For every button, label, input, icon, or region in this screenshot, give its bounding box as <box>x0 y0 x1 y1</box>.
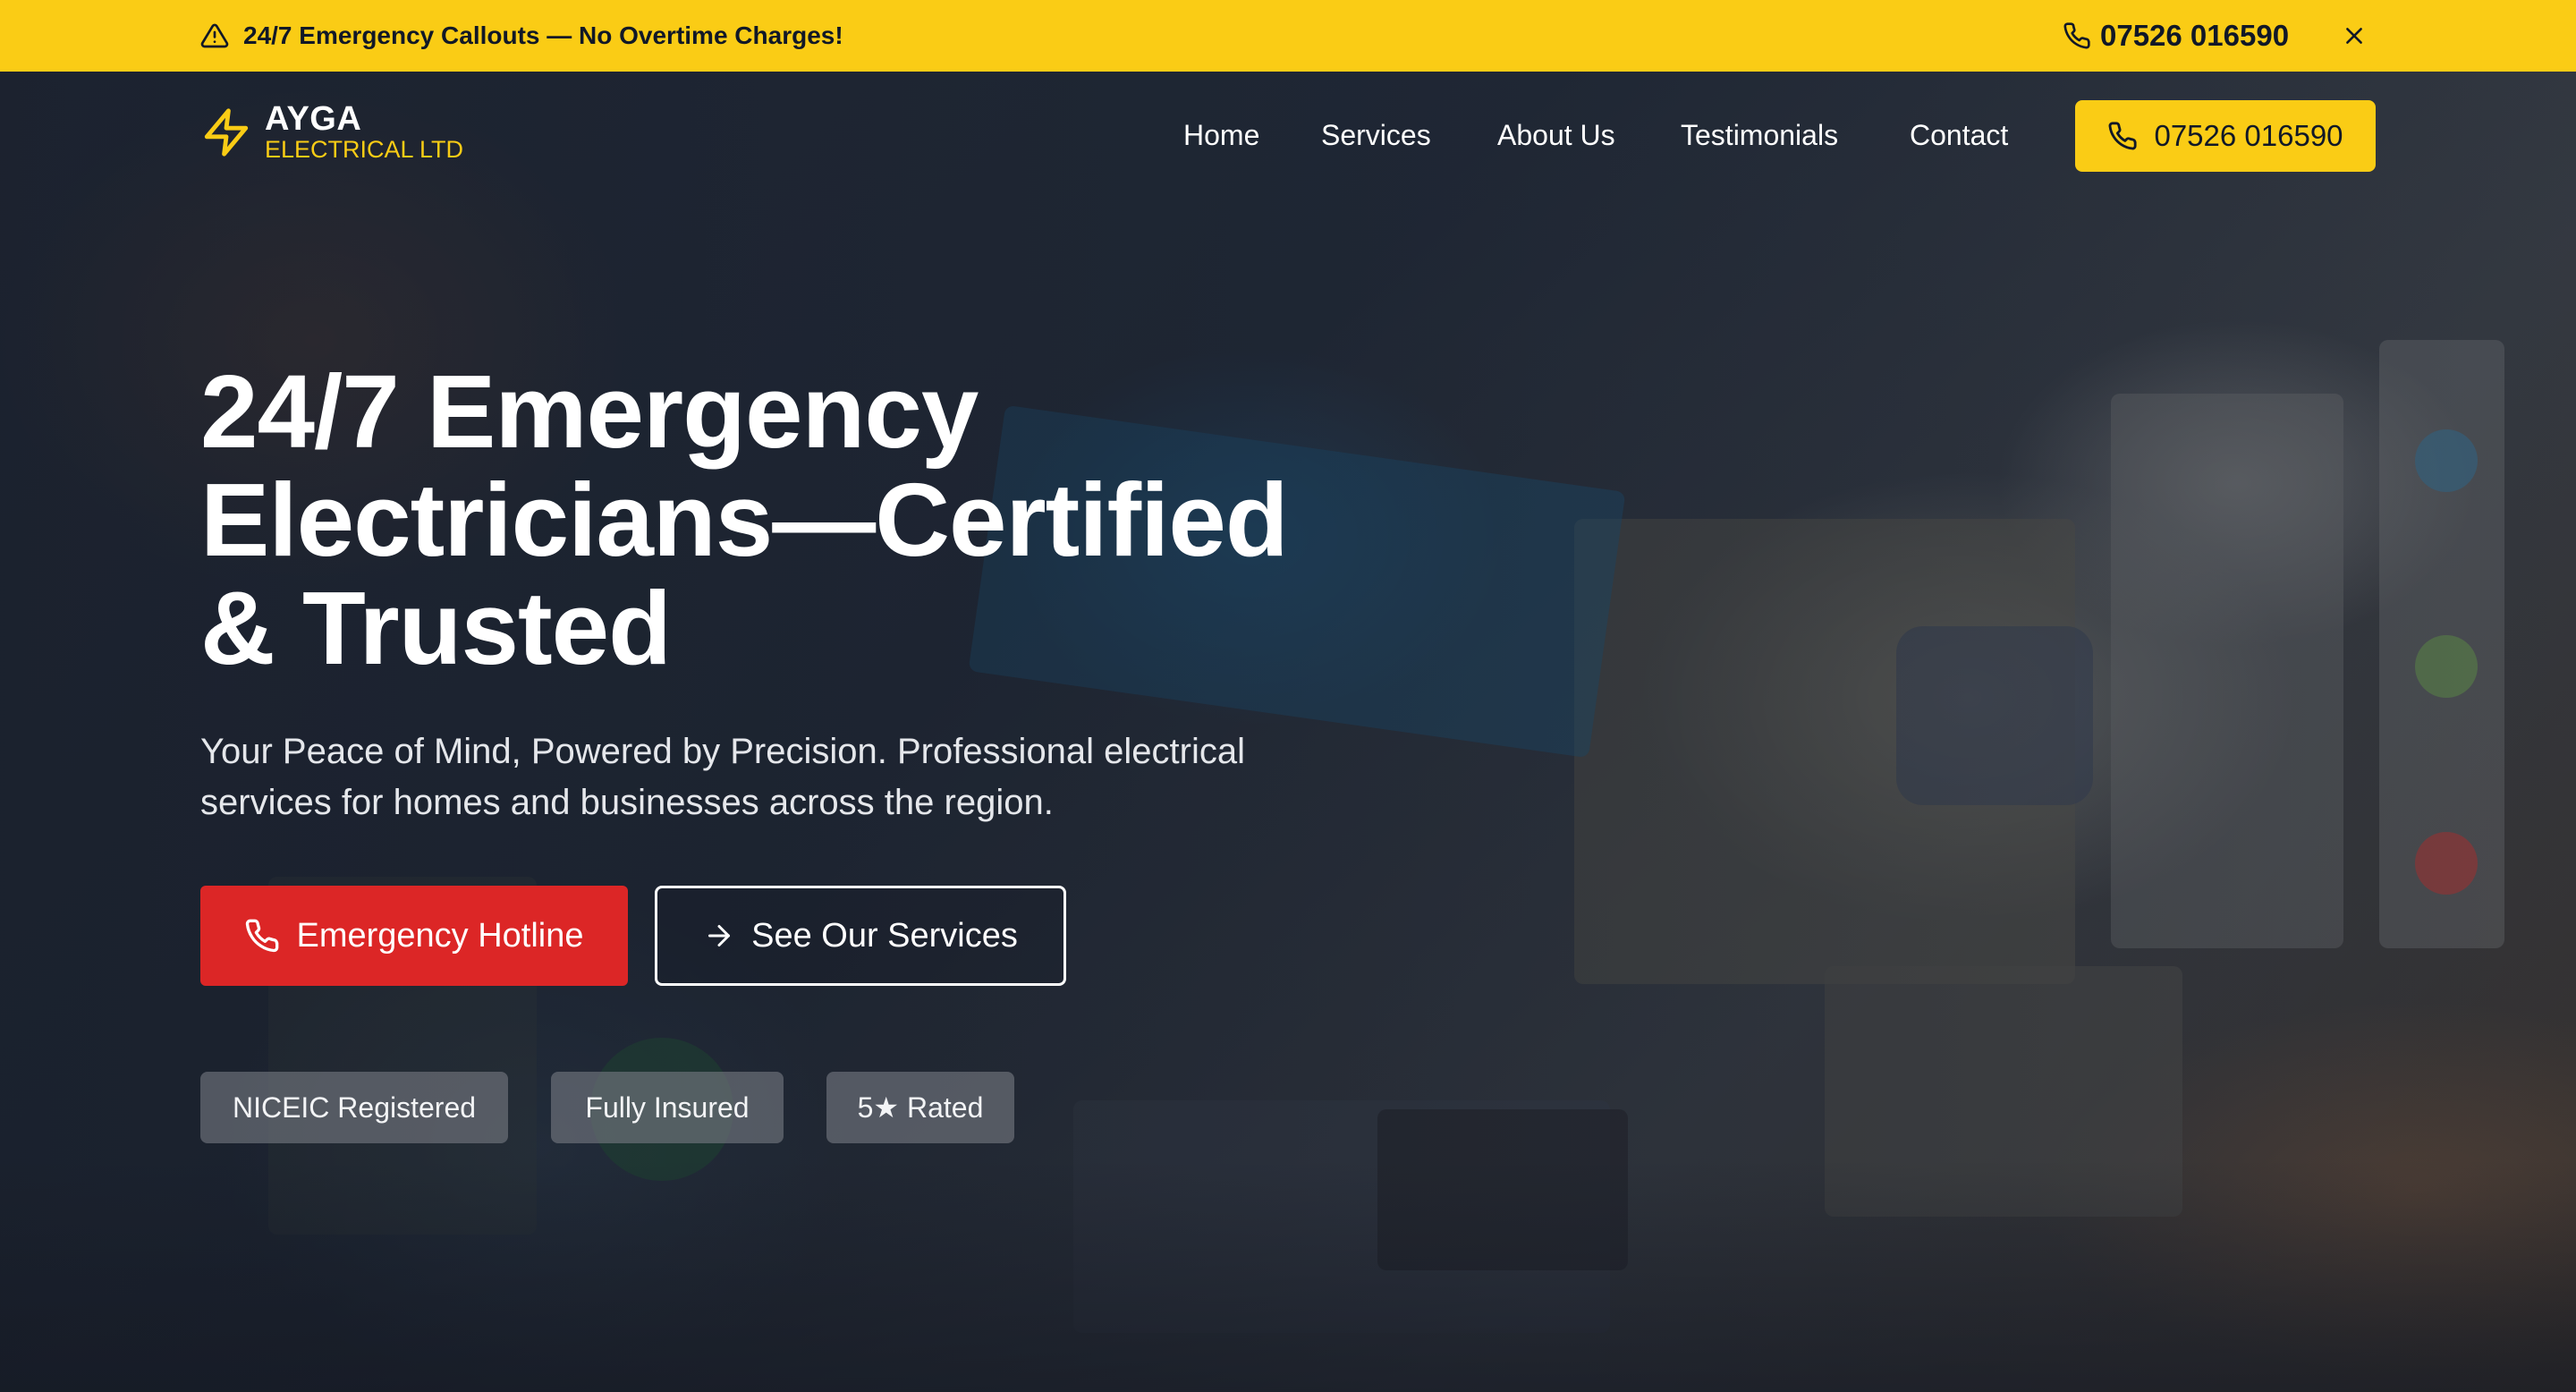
brand-text: AYGA ELECTRICAL LTD <box>265 102 463 163</box>
brand-tagline: ELECTRICAL LTD <box>265 136 464 163</box>
hero-title-line1: 24/7 Emergency <box>200 353 979 470</box>
announcement-phone-text: 07526 016590 <box>2100 19 2290 52</box>
close-icon <box>2346 28 2362 44</box>
see-services-label: See Our Services <box>751 916 1018 955</box>
announcement-message: 24/7 Emergency Callouts — No Overtime Ch… <box>200 0 843 72</box>
phone-icon <box>2063 22 2090 49</box>
nav-call-button[interactable]: 07526 016590 <box>2075 100 2376 172</box>
nav-link-contact[interactable]: Contact <box>1910 115 2008 156</box>
badge-niceic: NICEIC Registered <box>200 1072 508 1143</box>
arrow-right-icon <box>708 925 731 946</box>
lightning-bolt-icon <box>204 108 249 157</box>
badge-insured: Fully Insured <box>551 1072 784 1143</box>
nav-call-label: 07526 016590 <box>2154 119 2343 152</box>
hero-title: 24/7 Emergency Electricians—Certified & … <box>200 358 1721 683</box>
badge-rated: 5★ Rated <box>826 1072 1014 1143</box>
hero-title-line3: & Trusted <box>200 570 672 686</box>
phone-icon <box>2109 122 2138 150</box>
hero-subtitle-line1: Your Peace of Mind, Powered by Precision… <box>200 732 1246 771</box>
emergency-hotline-button[interactable]: Emergency Hotline <box>200 886 628 986</box>
announcement-bar: 24/7 Emergency Callouts — No Overtime Ch… <box>0 0 2576 72</box>
brand-logo[interactable]: AYGA ELECTRICAL LTD <box>200 102 463 163</box>
hero-subtitle: Your Peace of Mind, Powered by Precision… <box>200 726 1399 828</box>
nav-link-services[interactable]: Services <box>1321 115 1431 156</box>
nav-link-about[interactable]: About Us <box>1497 115 1615 156</box>
nav-link-testimonials[interactable]: Testimonials <box>1681 115 1838 156</box>
warning-triangle-icon <box>200 23 229 48</box>
hero-subtitle-line2: services for homes and businesses across… <box>200 783 1054 822</box>
announcement-phone-link[interactable]: 07526 016590 <box>2063 0 2289 72</box>
brand-name: AYGA <box>265 100 362 138</box>
nav-link-home[interactable]: Home <box>1183 115 1259 156</box>
announcement-text: 24/7 Emergency Callouts — No Overtime Ch… <box>243 21 843 49</box>
hero-title-line2: Electricians—Certified <box>200 462 1289 578</box>
phone-icon <box>246 919 279 953</box>
see-services-button[interactable]: See Our Services <box>655 886 1066 986</box>
close-announcement-button[interactable] <box>2338 20 2370 52</box>
emergency-hotline-label: Emergency Hotline <box>296 916 584 955</box>
